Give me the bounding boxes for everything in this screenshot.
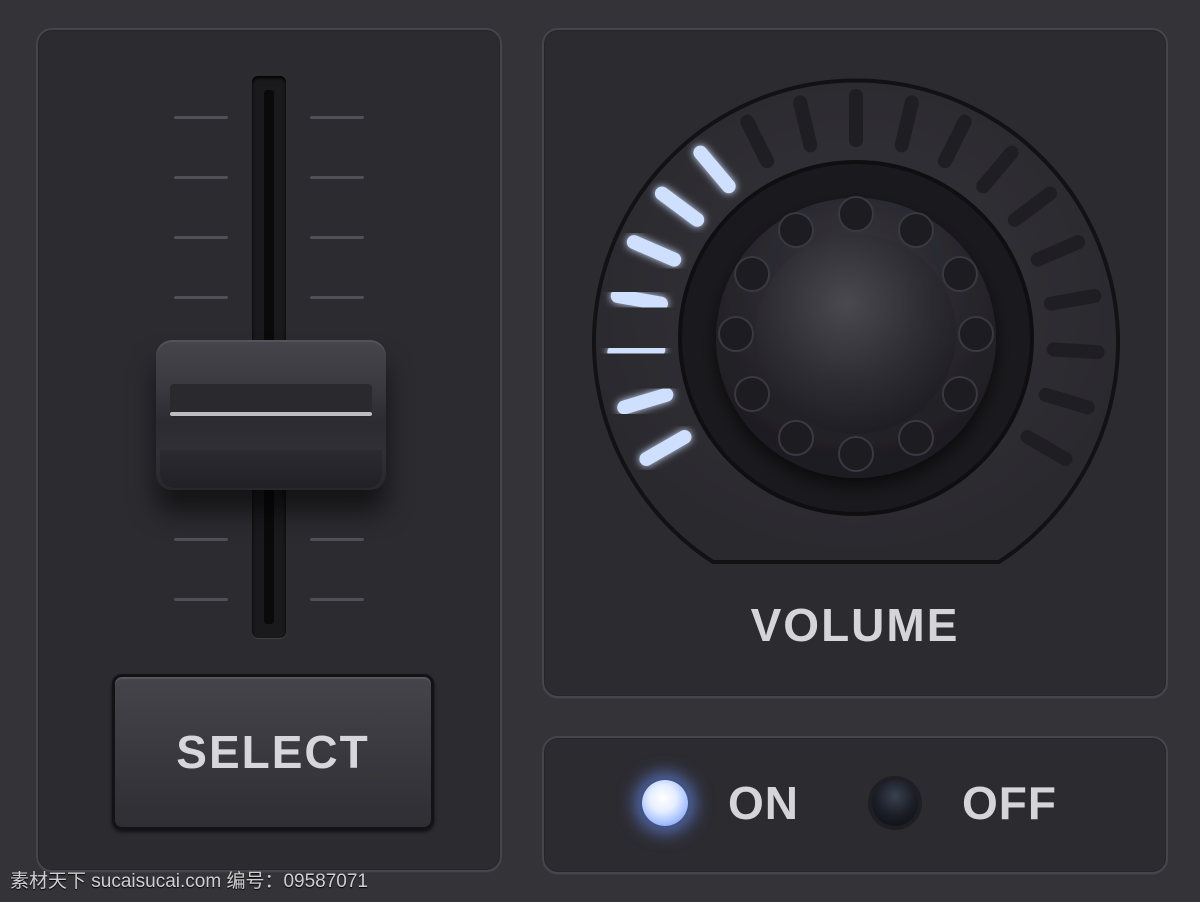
power-on-label: ON — [728, 777, 799, 829]
volume-segment — [1044, 289, 1102, 311]
fader-tick — [310, 236, 364, 239]
power-off-led[interactable] — [872, 780, 918, 826]
fader-tick — [174, 296, 228, 299]
fader-tick — [310, 176, 364, 179]
power-switch-panel: ON OFF — [542, 736, 1168, 874]
volume-segment — [894, 95, 919, 153]
fader-tick — [310, 598, 364, 601]
knob-grip-notch — [898, 419, 934, 456]
volume-segment — [607, 342, 666, 360]
fader-tick — [174, 598, 228, 601]
volume-knob-graphic — [592, 78, 1120, 564]
knob-grip-notch — [778, 419, 814, 456]
knob-grip-notch — [838, 436, 874, 472]
knob-grip-notch — [958, 316, 994, 352]
fader-tick — [174, 236, 228, 239]
knob-grip-notch — [838, 196, 874, 232]
fader-tick — [174, 116, 228, 119]
volume-segment — [610, 289, 668, 311]
knob-grip-notch — [718, 316, 754, 352]
volume-label: VOLUME — [750, 599, 960, 651]
fader-tick — [310, 116, 364, 119]
volume-segment — [1046, 342, 1105, 360]
power-off-label: OFF — [962, 777, 1057, 829]
fader-tick — [174, 176, 228, 179]
fader-handle-indicator — [170, 412, 372, 416]
knob-grip-notch — [734, 376, 771, 412]
knob-grip-notch — [941, 376, 978, 412]
fader-tick — [310, 538, 364, 541]
watermark-text: 素材天下 sucaisucai.com 编号：09587071 — [10, 871, 368, 892]
volume-knob-cap[interactable] — [756, 234, 956, 434]
volume-panel: VOLUME — [542, 28, 1168, 698]
power-on-led[interactable] — [642, 780, 688, 826]
knob-grip-notch — [941, 256, 978, 292]
fader-tick — [174, 538, 228, 541]
fader-handle-base — [160, 450, 382, 488]
select-button[interactable]: SELECT — [112, 674, 434, 830]
knob-grip-notch — [778, 212, 814, 249]
fader-tick — [310, 296, 364, 299]
volume-segment — [793, 95, 818, 153]
fader-panel: SELECT — [36, 28, 502, 872]
fader-handle[interactable] — [156, 340, 386, 490]
knob-grip-notch — [898, 212, 934, 249]
knob-grip-notch — [734, 256, 771, 292]
